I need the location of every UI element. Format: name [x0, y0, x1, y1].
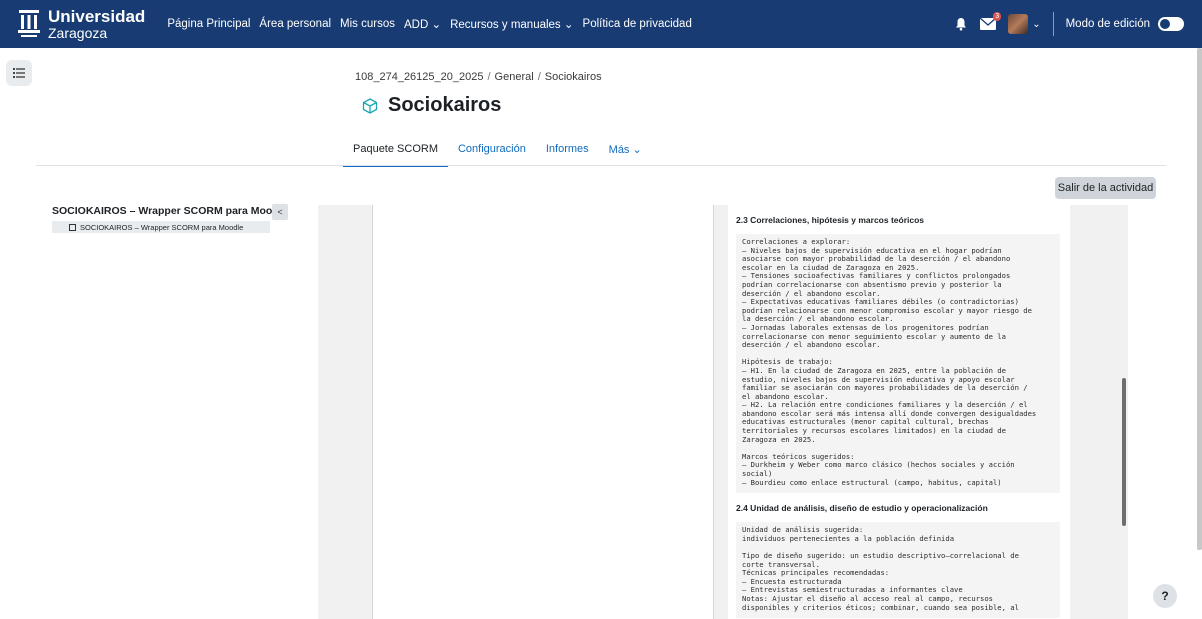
messages-icon[interactable]: 3 [979, 12, 1002, 30]
nav-home[interactable]: Página Principal [167, 18, 250, 30]
university-logo[interactable]: Universidad Zaragoza [18, 8, 145, 40]
brand-line1: Universidad [48, 7, 146, 26]
navbar-divider [1052, 12, 1054, 36]
tabs-divider [36, 165, 1166, 166]
course-index-drawer-button[interactable] [6, 60, 32, 86]
breadcrumb-course[interactable]: 108_274_26125_20_2025 [355, 71, 483, 83]
breadcrumb-activity[interactable]: Sociokairos [545, 71, 602, 83]
nav-add-label: ADD [403, 19, 429, 31]
notifications-bell-icon[interactable] [954, 17, 968, 31]
scorm-package-icon [362, 97, 378, 114]
scorm-document: 2.3 Correlaciones, hipótesis y marcos te… [728, 205, 1070, 619]
chevron-down-icon: ⌄ [563, 19, 574, 31]
nav-resources-label: Recursos y manuales [450, 19, 561, 31]
page-scrollbar[interactable] [1197, 48, 1202, 550]
brand-line2: Zaragoza [48, 25, 108, 41]
toc-item[interactable]: SOCIOKAIROS – Wrapper SCORM para Moodle [52, 221, 270, 233]
nav-privacy-policy[interactable]: Política de privacidad [583, 18, 692, 30]
checkbox-icon [69, 223, 76, 231]
list-icon [13, 68, 25, 78]
breadcrumb-separator: / [537, 71, 541, 83]
chevron-down-icon: ⌄ [431, 19, 442, 31]
toc-title: SOCIOKAIROS – Wrapper SCORM para Moodle [52, 205, 288, 217]
toc-collapse-button[interactable]: < [272, 204, 288, 220]
nav-dashboard[interactable]: Área personal [259, 18, 331, 30]
scorm-toc: SOCIOKAIROS – Wrapper SCORM para Moodle … [52, 205, 288, 233]
breadcrumb-separator: / [487, 71, 491, 83]
messages-count-badge: 3 [993, 12, 1002, 21]
section-heading: 2.3 Correlaciones, hipótesis y marcos te… [736, 215, 925, 225]
frame-scrollbar[interactable] [1122, 378, 1126, 526]
tab-scorm-package[interactable]: Paquete SCORM [343, 138, 448, 167]
tab-settings[interactable]: Configuración [448, 138, 536, 167]
section-heading: 2.4 Unidad de análisis, diseño de estudi… [736, 503, 988, 514]
page-title: Sociokairos [388, 94, 502, 116]
edit-mode-label: Modo de edición [1065, 18, 1150, 30]
user-menu-chevron-down-icon[interactable]: ⌄ [1032, 19, 1040, 30]
nav-my-courses[interactable]: Mis cursos [340, 18, 395, 30]
tab-more[interactable]: Más ⌄ [599, 138, 652, 167]
section-text-block: Correlaciones a explorar: – Niveles bajo… [736, 234, 1060, 494]
exit-activity-button[interactable]: Salir de la actividad [1055, 177, 1156, 199]
primary-navigation: Página Principal Área personal Mis curso… [167, 17, 701, 31]
scorm-blank-panel [372, 205, 714, 619]
university-crest-icon [18, 9, 40, 39]
toc-item-label: SOCIOKAIROS – Wrapper SCORM para Moodle [80, 222, 244, 232]
user-avatar[interactable] [1008, 14, 1029, 34]
top-navbar: Universidad Zaragoza Página Principal Ár… [0, 0, 1202, 48]
nav-resources-menu[interactable]: Recursos y manuales ⌄ [450, 17, 573, 31]
breadcrumb: 108_274_26125_20_2025/General / Sociokairo… [355, 71, 602, 83]
breadcrumb-section[interactable]: General [495, 71, 534, 83]
nav-add-menu[interactable]: ADD ⌄ [404, 17, 441, 31]
activity-tabs: Paquete SCORM Configuración Informes Más… [343, 138, 652, 167]
section-text-block: Unidad de análisis sugerida: individuos … [736, 522, 1060, 619]
tab-reports[interactable]: Informes [536, 138, 599, 167]
help-button[interactable]: ? [1153, 584, 1177, 608]
edit-mode-toggle[interactable] [1158, 17, 1184, 31]
